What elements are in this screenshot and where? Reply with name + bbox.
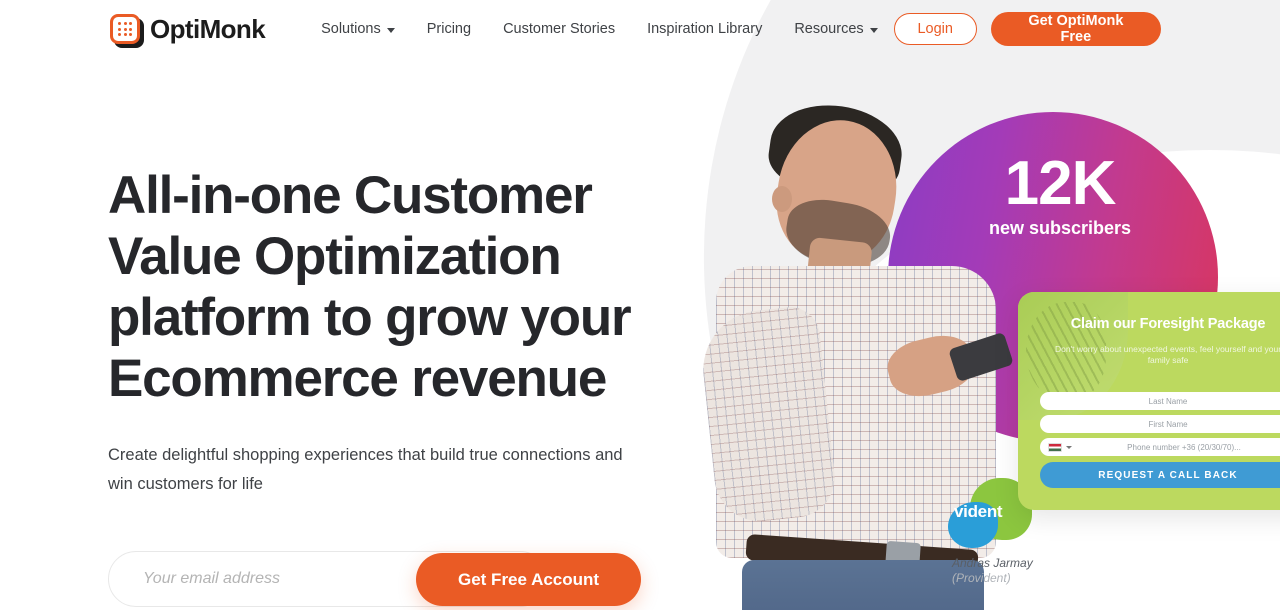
primary-nav: Solutions Pricing Customer Stories Inspi… <box>305 15 894 43</box>
optimonk-grid-logo-icon <box>110 14 140 44</box>
nav-item-solutions[interactable]: Solutions <box>305 15 411 43</box>
chevron-down-icon <box>869 27 878 33</box>
nav-label: Pricing <box>426 21 472 37</box>
person-caption: Andras Jarmay (Provident) <box>952 556 1033 586</box>
nav-label: Solutions <box>321 21 381 37</box>
popup-title: Claim our Foresight Package <box>1070 316 1266 332</box>
person-name: Andras Jarmay <box>952 556 1033 570</box>
signup-form: Get Free Account <box>108 551 643 607</box>
nav-label: Customer Stories <box>503 21 616 37</box>
hungary-flag-icon <box>1048 442 1062 452</box>
hero-subtitle: Create delightful shopping experiences t… <box>108 446 623 493</box>
page-title: All-in-one Customer Value Optimization p… <box>108 166 632 408</box>
get-optimonk-free-button[interactable]: Get OptiMonk Free <box>990 12 1161 46</box>
nav-item-pricing[interactable]: Pricing <box>411 15 487 43</box>
logo-dot-grid <box>118 22 132 36</box>
site-header: OptiMonk Solutions Pricing Customer Stor… <box>0 0 1280 58</box>
popup-field-placeholder: Last Name <box>1148 396 1188 406</box>
popup-phone-field[interactable]: Phone number +36 (20/30/70)... <box>1040 438 1280 456</box>
nav-label: Inspiration Library <box>647 21 763 37</box>
header-actions: Login Get OptiMonk Free <box>893 12 1161 46</box>
person-ear <box>772 186 792 212</box>
brand-name: OptiMonk <box>150 13 266 44</box>
popup-first-name-field[interactable]: First Name <box>1040 415 1280 433</box>
nav-item-inspiration-library[interactable]: Inspiration Library <box>631 15 778 43</box>
chevron-down-icon <box>386 27 395 33</box>
get-free-account-button[interactable]: Get Free Account <box>416 553 642 606</box>
popup-card: ✕ Claim our Foresight Package Don't worr… <box>1018 292 1280 510</box>
popup-subtitle: Don't worry about unexpected events, fee… <box>1054 344 1280 365</box>
nav-item-customer-stories[interactable]: Customer Stories <box>487 15 631 43</box>
hero-content: All-in-one Customer Value Optimization p… <box>108 165 708 607</box>
person-jeans <box>742 560 984 610</box>
person-arm <box>697 304 839 526</box>
person-organization: (Provident) <box>952 571 1011 585</box>
nav-item-resources[interactable]: Resources <box>778 15 893 43</box>
request-call-back-button[interactable]: REQUEST A CALL BACK <box>1040 462 1280 488</box>
nav-label: Resources <box>794 21 864 37</box>
logo-wrapper <box>110 14 144 48</box>
popup-field-placeholder: Phone number +36 (20/30/70)... <box>1127 442 1241 452</box>
brand-logo-link[interactable]: OptiMonk <box>110 13 266 48</box>
hero-visual: 12K new subscribers vident Andras Jarmay… <box>660 0 1280 610</box>
landing-page: OptiMonk Solutions Pricing Customer Stor… <box>0 0 1280 610</box>
popup-field-placeholder: First Name <box>1148 419 1188 429</box>
provident-logo-text: vident <box>954 502 1003 521</box>
popup-last-name-field[interactable]: Last Name <box>1040 392 1280 410</box>
login-button[interactable]: Login <box>893 13 977 45</box>
